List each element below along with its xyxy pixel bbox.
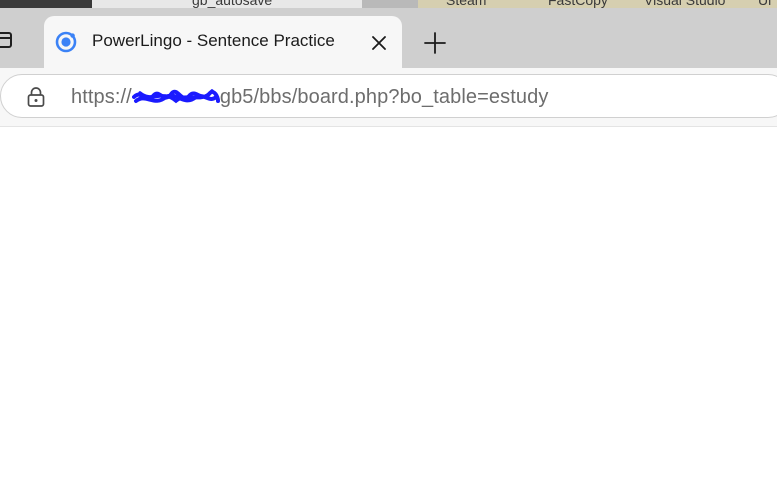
desktop-label: Visual Studio (644, 0, 726, 8)
ionic-logo-icon (55, 31, 77, 53)
url-prefix: https:// (71, 86, 132, 108)
desktop-label: Steam (446, 0, 487, 8)
new-tab-button[interactable] (420, 28, 450, 58)
desktop-label: gb_autosave (192, 0, 273, 8)
lock-icon[interactable] (25, 86, 47, 108)
url-path: gb5/bbs/board.php?bo_table=estudy (219, 86, 549, 108)
tab-active[interactable]: PowerLingo - Sentence Practice (44, 16, 402, 68)
plus-icon (424, 32, 446, 54)
desktop-label: Ui (758, 0, 772, 8)
address-toolbar: https:// gb5/bbs/board.php?bo_table=estu… (0, 68, 777, 127)
desktop-window-edge (362, 0, 418, 8)
desktop-window-edge (0, 0, 92, 8)
close-icon (372, 36, 386, 50)
desktop-label: FastCopy (548, 0, 608, 8)
address-bar[interactable]: https:// gb5/bbs/board.php?bo_table=estu… (0, 74, 777, 118)
tab-actions-icon[interactable] (0, 32, 12, 48)
url-text: https:// gb5/bbs/board.php?bo_table=estu… (71, 86, 548, 109)
desktop-background-strip: gb_autosave Steam FastCopy Visual Studio… (0, 0, 777, 8)
browser-window: gb_autosave Steam FastCopy Visual Studio… (0, 0, 777, 485)
tab-strip: PowerLingo - Sentence Practice (0, 8, 777, 68)
tab-title: PowerLingo - Sentence Practice (92, 31, 335, 50)
close-tab-button[interactable] (368, 32, 390, 54)
redaction-scribble (131, 89, 220, 104)
page-content (0, 127, 777, 485)
